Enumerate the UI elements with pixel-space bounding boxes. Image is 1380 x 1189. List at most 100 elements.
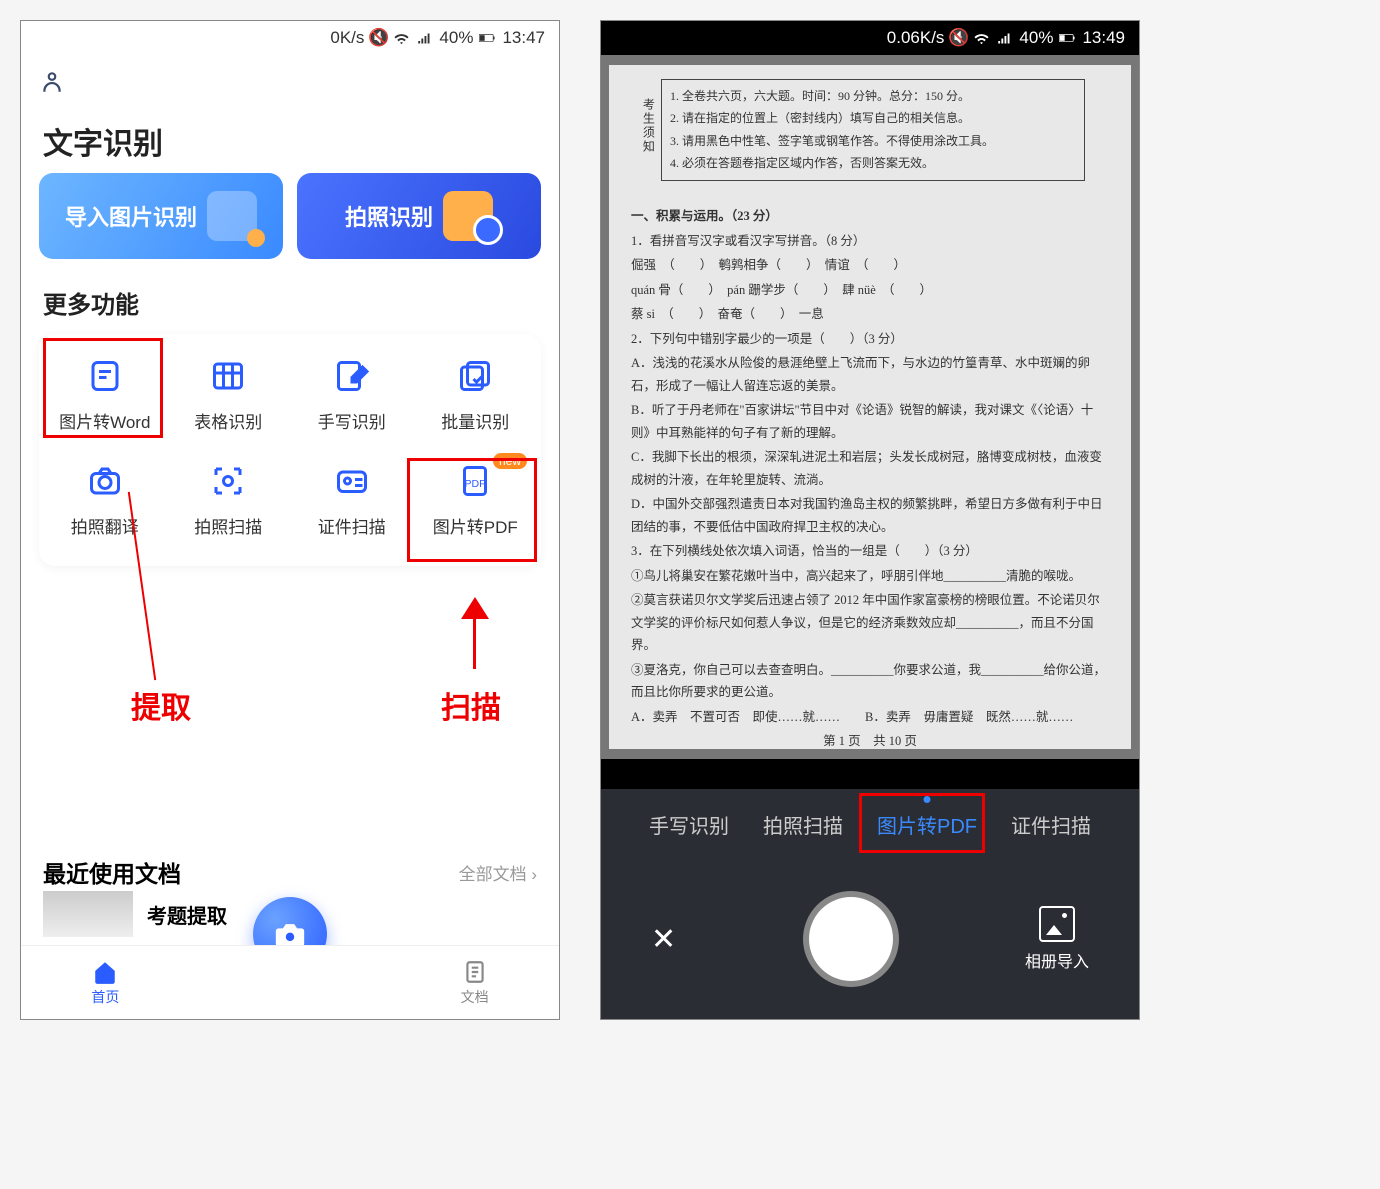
doc-line: ②莫言获诺贝尔文学奖后迅速占领了 2012 年中国作家富豪榜的榜眼位置。不论诺贝… — [631, 589, 1109, 657]
camera-icon — [443, 191, 493, 241]
nav-docs-label: 文档 — [461, 987, 489, 1007]
table-icon — [208, 356, 248, 396]
doc-line: 1．看拼音写汉字或看汉字写拼音。（8 分） — [631, 230, 1109, 253]
notice-line: 4. 必须在答题卷指定区域内作答，否则答案无效。 — [670, 153, 1076, 173]
more-functions-header: 更多功能 — [21, 279, 559, 334]
profile-icon[interactable] — [21, 55, 559, 105]
func-photo-scan[interactable]: 拍照扫描 — [167, 461, 291, 538]
status-speed: 0.06K/s — [887, 28, 945, 48]
wifi-icon — [973, 30, 990, 47]
recent-item[interactable]: 考题提取 — [43, 891, 227, 937]
battery-icon — [1059, 30, 1076, 47]
doc-line: ③夏洛克，你自己可以去查查明白。__________你要求公道，我_______… — [631, 659, 1109, 704]
doc-page-number: 第 1 页 共 10 页 — [631, 730, 1109, 749]
status-bar: 0.06K/s 🔇 40% 13:49 — [601, 21, 1139, 55]
mute-icon: 🔇 — [370, 30, 387, 47]
notice-side-label: 考生须知 — [638, 98, 658, 154]
import-image-label: 导入图片识别 — [65, 200, 197, 232]
phone-right: 0.06K/s 🔇 40% 13:49 考生须知 1. 全卷共六页，六大题。时间… — [600, 20, 1140, 1020]
svg-text:PDF: PDF — [465, 478, 486, 490]
mute-icon: 🔇 — [950, 30, 967, 47]
gallery-import-button[interactable]: 相册导入 — [1025, 906, 1089, 972]
nav-home[interactable]: 首页 — [91, 959, 119, 1007]
mode-handwriting[interactable]: 手写识别 — [649, 810, 729, 839]
photo-recognize-label: 拍照识别 — [345, 200, 433, 232]
recent-title: 最近使用文档 — [43, 855, 181, 889]
camera-viewport: 考生须知 1. 全卷共六页，六大题。时间：90 分钟。总分：150 分。 2. … — [601, 55, 1139, 759]
doc-line: ①鸟儿将巢安在繁花嫩叶当中，高兴起来了，呼朋引伴地__________清脆的喉咙… — [631, 565, 1109, 588]
signal-icon — [416, 30, 433, 47]
func-label: 表格识别 — [194, 408, 262, 433]
document-icon — [462, 959, 488, 985]
func-photo-translate[interactable]: 拍照翻译 — [43, 461, 167, 538]
doc-line: A．卖弄 不置可否 即使……就…… B．卖弄 毋庸置疑 既然……就…… — [631, 706, 1109, 729]
word-icon — [85, 356, 125, 396]
doc-line: D．中国外交部强烈遣责日本对我国钓渔岛主权的频繁挑畔，希望日方多做有利于中日团结… — [631, 493, 1109, 538]
battery-icon — [479, 30, 496, 47]
func-label: 拍照扫描 — [194, 513, 262, 538]
func-image-to-pdf[interactable]: new PDF 图片转PDF — [414, 461, 538, 538]
recent-header: 最近使用文档 全部文档 › — [21, 855, 559, 889]
feature-cards: 导入图片识别 拍照识别 — [21, 173, 559, 279]
recent-all-link[interactable]: 全部文档 › — [459, 860, 537, 885]
status-time: 13:47 — [502, 28, 545, 48]
func-label: 拍照翻译 — [71, 513, 139, 538]
status-battery-pct: 40% — [439, 28, 473, 48]
doc-line: 2．下列句中错别字最少的一项是（ ）（3 分） — [631, 328, 1109, 351]
home-icon — [92, 959, 118, 985]
annotation-text-extract: 提取 — [131, 683, 191, 727]
wifi-icon — [393, 30, 410, 47]
doc-line: C．我脚下长出的根须，深深轧进泥土和岩层；头发长成树冠，胳博变成树枝，血液变成树… — [631, 446, 1109, 491]
nav-docs[interactable]: 文档 — [461, 959, 489, 1007]
nav-home-label: 首页 — [91, 987, 119, 1007]
doc-line: 一、积累与运用。（23 分） — [631, 205, 1109, 228]
func-label: 图片转Word — [59, 408, 150, 433]
functions-panel: 图片转Word 表格识别 手写识别 批量识别 拍照翻译 拍照扫描 证件扫描 ne… — [39, 334, 541, 566]
gallery-icon — [1039, 906, 1075, 942]
signal-icon — [996, 30, 1013, 47]
exam-notice-box: 考生须知 1. 全卷共六页，六大题。时间：90 分钟。总分：150 分。 2. … — [661, 79, 1085, 181]
doc-line: 蔡 si （ ） 奋奄（ ） 一息 — [631, 303, 1109, 326]
new-badge: new — [493, 453, 527, 469]
bottom-nav: 首页 文档 — [21, 945, 559, 1019]
doc-line: 倔强 （ ） 鹌鹑相争（ ） 情谊 （ ） — [631, 254, 1109, 277]
capture-mode-bar: 手写识别 拍照扫描 图片转PDF 证件扫描 — [601, 789, 1139, 859]
notice-line: 2. 请在指定的位置上（密封线内）填写自己的相关信息。 — [670, 108, 1076, 128]
phone-left: 0K/s 🔇 40% 13:47 文字识别 导入图片识别 拍照识别 更多功能 图… — [20, 20, 560, 1020]
mode-id-scan[interactable]: 证件扫描 — [1011, 810, 1091, 839]
func-handwriting[interactable]: 手写识别 — [290, 356, 414, 433]
func-image-to-word[interactable]: 图片转Word — [43, 356, 167, 433]
status-time: 13:49 — [1082, 28, 1125, 48]
recent-item-name: 考题提取 — [147, 900, 227, 929]
func-batch-recognize[interactable]: 批量识别 — [414, 356, 538, 433]
handwriting-icon — [332, 356, 372, 396]
status-battery-pct: 40% — [1019, 28, 1053, 48]
batch-icon — [455, 356, 495, 396]
annotation-arrow-shaft — [473, 613, 476, 669]
camera-translate-icon — [85, 461, 125, 501]
mode-image-to-pdf[interactable]: 图片转PDF — [877, 810, 977, 839]
notice-line: 1. 全卷共六页，六大题。时间：90 分钟。总分：150 分。 — [670, 86, 1076, 106]
doc-line: 3．在下列横线处依次填入词语，恰当的一组是（ ）（3 分） — [631, 540, 1109, 563]
status-bar: 0K/s 🔇 40% 13:47 — [21, 21, 559, 55]
pdf-icon: PDF — [455, 461, 495, 501]
annotation-text-scan: 扫描 — [441, 683, 501, 727]
document-preview: 考生须知 1. 全卷共六页，六大题。时间：90 分钟。总分：150 分。 2. … — [609, 65, 1131, 749]
shutter-button[interactable] — [803, 891, 899, 987]
doc-line: quán 骨（ ） pán 跚学步（ ） 肆 nüè （ ） — [631, 279, 1109, 302]
annotation-arrow-head — [461, 597, 489, 619]
scan-icon — [208, 461, 248, 501]
photo-recognize-card[interactable]: 拍照识别 — [297, 173, 541, 259]
func-label: 批量识别 — [441, 408, 509, 433]
close-button[interactable]: ✕ — [651, 922, 676, 957]
func-table-recognize[interactable]: 表格识别 — [167, 356, 291, 433]
gallery-label: 相册导入 — [1025, 948, 1089, 972]
id-card-icon — [332, 461, 372, 501]
import-image-card[interactable]: 导入图片识别 — [39, 173, 283, 259]
mode-photo-scan[interactable]: 拍照扫描 — [763, 810, 843, 839]
func-id-scan[interactable]: 证件扫描 — [290, 461, 414, 538]
status-speed: 0K/s — [330, 28, 364, 48]
camera-controls: ✕ 相册导入 — [601, 859, 1139, 1019]
func-label: 证件扫描 — [318, 513, 386, 538]
recent-thumbnail — [43, 891, 133, 937]
